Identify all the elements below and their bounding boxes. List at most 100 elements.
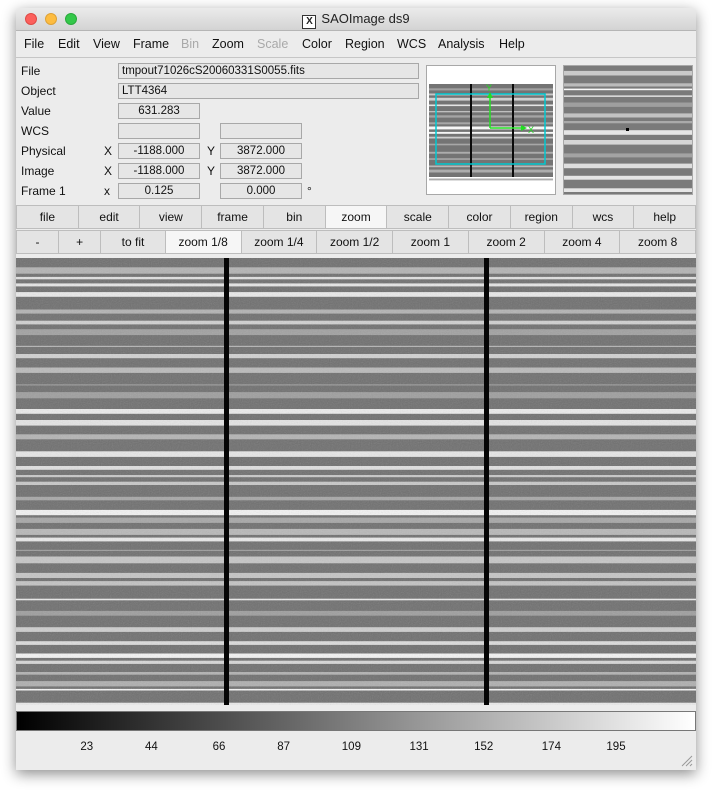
spectrum-stripe <box>564 83 692 87</box>
colorbar-tick-label: 174 <box>541 741 561 753</box>
btn-edit[interactable]: edit <box>78 205 141 229</box>
magnifier-cursor <box>626 128 629 131</box>
physical-y-field: 3872.000 <box>220 143 302 159</box>
menu-color[interactable]: Color <box>302 37 332 51</box>
panner-canvas[interactable]: Y X <box>427 66 555 194</box>
wcs-x-field <box>118 123 200 139</box>
window-title: SAOImage ds9 <box>321 11 410 26</box>
file-name-field: tmpout71026cS20060331S0055.fits <box>118 63 419 79</box>
btn-help[interactable]: help <box>634 205 696 229</box>
wcs-y-field <box>220 123 302 139</box>
degree-symbol: ° <box>307 184 312 198</box>
menu-view[interactable]: View <box>93 37 120 51</box>
ds9-window: X SAOImage ds9 File Edit View Frame Bin Z… <box>16 8 696 770</box>
image-y-label: Y <box>207 164 216 178</box>
colorbar-tick-label: 66 <box>212 741 226 753</box>
btn-scale[interactable]: scale <box>387 205 450 229</box>
spectrum-stripe <box>429 165 553 168</box>
spectrum-stripe <box>429 158 553 160</box>
menu-file[interactable]: File <box>24 37 44 51</box>
magnifier <box>563 65 693 195</box>
colorbar[interactable] <box>16 711 696 731</box>
spectrum-stripe <box>564 140 692 145</box>
btn-wcs[interactable]: wcs <box>572 205 635 229</box>
info-panel: File tmpout71026cS20060331S0055.fits Obj… <box>16 58 696 208</box>
value-label: Value <box>21 104 51 118</box>
frame-x-label: x <box>104 184 110 198</box>
menu-edit[interactable]: Edit <box>58 37 80 51</box>
btn-file[interactable]: file <box>16 205 79 229</box>
panner[interactable]: Y X <box>426 65 556 195</box>
object-label: Object <box>21 84 56 98</box>
spectrum-stripe <box>564 153 692 158</box>
menu-zoom[interactable]: Zoom <box>212 37 244 51</box>
button-bar: file edit view frame bin zoom scale colo… <box>16 205 696 229</box>
colorbar-tick-label: 23 <box>80 741 94 753</box>
panner-gap-right <box>512 84 514 177</box>
physical-y-label: Y <box>207 144 216 158</box>
spectrum-stripe <box>564 102 692 107</box>
btn-color[interactable]: color <box>449 205 511 229</box>
menu-scale: Scale <box>257 37 289 51</box>
object-field: LTT4364 <box>118 83 419 99</box>
btn-region[interactable]: region <box>510 205 573 229</box>
physical-x-label: X <box>104 144 113 158</box>
x11-icon: X <box>302 15 317 29</box>
btn-zoom-8[interactable]: zoom 8 <box>620 230 696 254</box>
image-canvas[interactable] <box>16 258 696 705</box>
btn-zoom-1-2[interactable]: zoom 1/2 <box>317 230 393 254</box>
resize-grip-icon[interactable] <box>681 755 693 767</box>
btn-bin[interactable]: bin <box>263 205 326 229</box>
image-y-field: 3872.000 <box>220 163 302 179</box>
colorbar-tick-label: 44 <box>144 741 158 753</box>
chip-gap-left <box>224 258 229 705</box>
menu-analysis[interactable]: Analysis <box>438 37 485 51</box>
btn-view[interactable]: view <box>140 205 203 229</box>
btn-zoom-1-8[interactable]: zoom 1/8 <box>165 230 242 254</box>
image-x-field: -1188.000 <box>118 163 200 179</box>
magnifier-canvas <box>564 66 692 194</box>
chip-gap-right <box>484 258 489 705</box>
btn-zoom-out[interactable]: - <box>16 230 60 254</box>
btn-zoom-1[interactable]: zoom 1 <box>393 230 469 254</box>
btn-zoom-2[interactable]: zoom 2 <box>468 230 545 254</box>
zoom-bar: - + to fit zoom 1/8 zoom 1/4 zoom 1/2 zo… <box>16 230 696 254</box>
pixel-value-field: 631.283 <box>118 103 200 119</box>
spectrum-stripe <box>429 122 553 125</box>
spectrum-stripe <box>429 151 553 154</box>
frame-label: Frame 1 <box>21 184 66 198</box>
spectrum-stripe <box>429 143 553 146</box>
image-label: Image <box>21 164 55 178</box>
menu-wcs[interactable]: WCS <box>397 37 426 51</box>
btn-zoom-in[interactable]: + <box>59 230 102 254</box>
btn-zoom-4[interactable]: zoom 4 <box>544 230 621 254</box>
btn-frame[interactable]: frame <box>202 205 264 229</box>
spectrum-stripe <box>429 136 553 139</box>
spectrum-stripe <box>429 178 553 181</box>
spectrum-stripe <box>564 113 692 118</box>
spectrum-stripe <box>564 163 692 169</box>
menu-frame[interactable]: Frame <box>133 37 169 51</box>
btn-zoom-fit[interactable]: to fit <box>101 230 166 254</box>
colorbar-tick-label: 152 <box>474 741 494 753</box>
panner-gap-left <box>470 84 472 177</box>
rotation-angle-field: 0.000 <box>220 183 302 199</box>
title-bar[interactable]: X SAOImage ds9 <box>16 8 696 31</box>
file-label: File <box>21 64 41 78</box>
spectrum-stripe <box>429 97 553 101</box>
spectrum-stripe <box>564 175 692 180</box>
btn-zoom-1-4[interactable]: zoom 1/4 <box>241 230 318 254</box>
menu-bin: Bin <box>181 37 200 51</box>
spectrum-stripe <box>429 131 553 134</box>
spectrum-stripe <box>564 121 692 124</box>
physical-label: Physical <box>21 144 66 158</box>
btn-zoom[interactable]: zoom <box>325 205 388 229</box>
physical-x-field: -1188.000 <box>118 143 200 159</box>
image-display[interactable] <box>16 258 696 705</box>
spectrum-stripe <box>429 111 553 113</box>
spectrum-stripe <box>429 169 553 173</box>
menu-help[interactable]: Help <box>499 37 525 51</box>
menu-region[interactable]: Region <box>345 37 385 51</box>
window-title-wrap: X SAOImage ds9 <box>16 11 696 29</box>
spectrum-stripe <box>564 188 692 192</box>
